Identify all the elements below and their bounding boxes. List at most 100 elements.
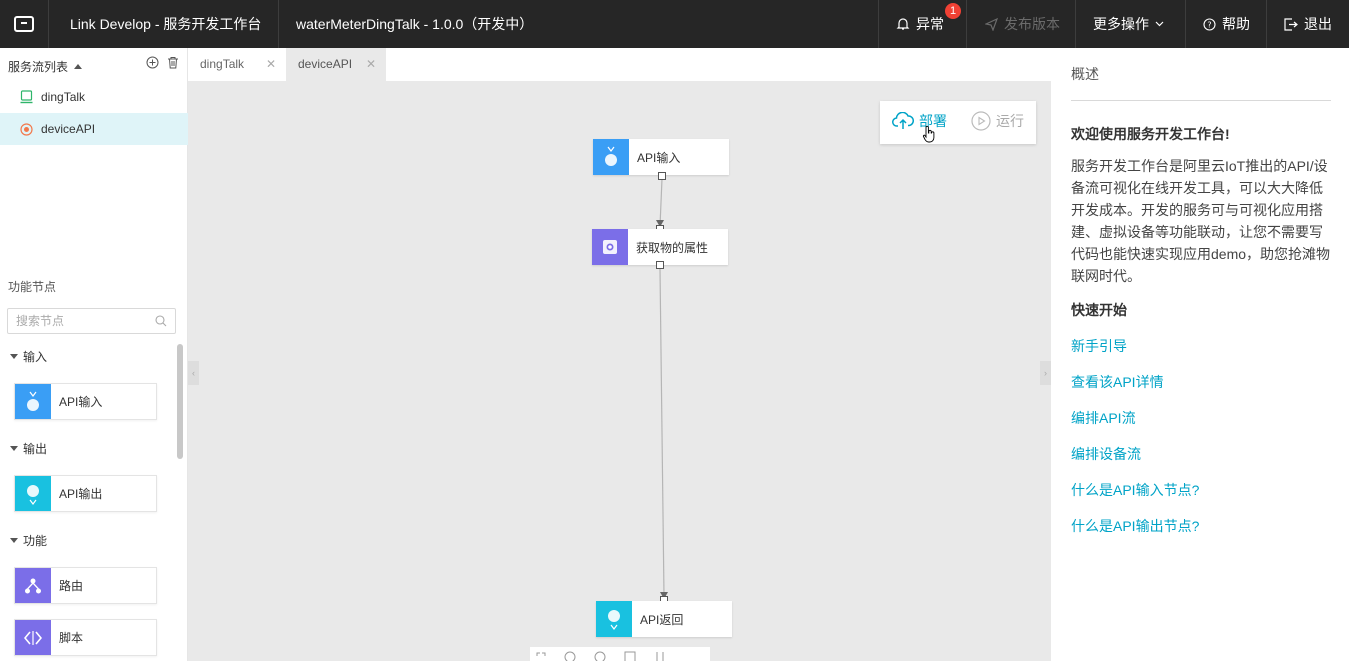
- deploy-run-toolbar: 部署 运行: [880, 101, 1036, 144]
- send-icon: [985, 17, 998, 31]
- category-label: 功能: [23, 534, 48, 548]
- logout-button[interactable]: 退出: [1284, 0, 1332, 48]
- flow-list-header[interactable]: 服务流列表: [8, 58, 83, 75]
- app-title: Link Develop - 服务开发工作台: [70, 16, 262, 32]
- flow-item-label: dingTalk: [41, 90, 86, 104]
- link-what-is-api-input[interactable]: 什么是API输入节点?: [1071, 480, 1199, 500]
- search-icon[interactable]: [155, 315, 167, 327]
- left-sidebar: 服务流列表 dingTalk deviceAPI 功能节点 输入 API输入 输…: [0, 48, 188, 661]
- trash-icon[interactable]: [167, 56, 179, 69]
- aliyun-logo-icon[interactable]: [0, 0, 48, 48]
- node-search-field[interactable]: [7, 308, 176, 334]
- fit-view-icon[interactable]: [536, 652, 546, 661]
- svg-text:?: ?: [1207, 20, 1211, 29]
- category-label: 输出: [23, 442, 48, 456]
- help-label: 帮助: [1222, 16, 1250, 32]
- tab-deviceapi[interactable]: deviceAPI ✕: [286, 48, 386, 81]
- publish-label: 发布版本: [1004, 16, 1060, 32]
- alert-count-badge: 1: [945, 3, 961, 19]
- flow-node-label: 获取物的属性: [636, 240, 709, 255]
- node-script[interactable]: 脚本: [14, 619, 157, 656]
- more-actions-label: 更多操作: [1093, 16, 1149, 32]
- welcome-heading: 欢迎使用服务开发工作台!: [1071, 126, 1230, 142]
- function-nodes-title: 功能节点: [8, 280, 57, 294]
- flow-canvas[interactable]: 部署 运行 API输入 获取物的属性 API返回 ‹ ›: [188, 81, 1051, 661]
- run-button[interactable]: 运行: [971, 111, 1024, 131]
- node-router[interactable]: 路由: [14, 567, 157, 604]
- zoom-in-icon[interactable]: [564, 651, 576, 661]
- link-api-details[interactable]: 查看该API详情: [1071, 372, 1164, 392]
- category-function[interactable]: 功能: [10, 532, 47, 549]
- bell-icon: [896, 18, 910, 30]
- node-api-input[interactable]: API输入: [14, 383, 157, 420]
- minimap-icon[interactable]: [624, 651, 636, 661]
- more-actions-button[interactable]: 更多操作: [1093, 0, 1164, 48]
- layout-icon[interactable]: [654, 651, 666, 661]
- chevron-down-icon: [1155, 21, 1164, 27]
- sidebar-scrollbar[interactable]: [173, 340, 187, 661]
- output-port[interactable]: [656, 261, 664, 269]
- zoom-out-icon[interactable]: [594, 651, 606, 661]
- link-compose-device-flow[interactable]: 编排设备流: [1071, 444, 1141, 464]
- category-input[interactable]: 输入: [10, 348, 47, 365]
- run-label: 运行: [996, 113, 1024, 129]
- panel-title: 概述: [1071, 66, 1099, 82]
- node-label: 脚本: [59, 631, 84, 645]
- output-port[interactable]: [658, 172, 666, 180]
- canvas-zoom-toolbar: [530, 647, 710, 661]
- scrollbar-thumb[interactable]: [177, 344, 183, 459]
- collapse-left-handle[interactable]: ‹: [188, 361, 199, 385]
- tab-bar: dingTalk ✕ deviceAPI ✕: [188, 48, 1051, 81]
- node-search-input[interactable]: [16, 314, 146, 328]
- deploy-button[interactable]: 部署: [892, 111, 947, 131]
- caret-down-icon: [10, 446, 18, 451]
- flow-item-deviceapi[interactable]: deviceAPI: [0, 113, 188, 145]
- device-icon: [20, 90, 33, 104]
- alert-button[interactable]: 异常: [896, 0, 944, 48]
- link-compose-api-flow[interactable]: 编排API流: [1071, 408, 1136, 428]
- overview-panel: 概述 欢迎使用服务开发工作台! 服务开发工作台是阿里云IoT推出的API/设备流…: [1051, 48, 1349, 661]
- divider: [278, 0, 279, 48]
- play-circle-icon: [971, 111, 991, 131]
- collapse-right-handle[interactable]: ›: [1040, 361, 1051, 385]
- category-output[interactable]: 输出: [10, 440, 47, 457]
- api-input-icon: [593, 139, 629, 175]
- divider: [1185, 0, 1186, 48]
- help-button[interactable]: ? 帮助: [1203, 0, 1250, 48]
- divider: [1266, 0, 1267, 48]
- flow-node-api-return[interactable]: API返回: [596, 601, 732, 637]
- alert-label: 异常: [916, 16, 944, 32]
- tab-dingtalk[interactable]: dingTalk ✕: [188, 48, 286, 81]
- flow-list-actions: [146, 56, 179, 69]
- caret-up-icon: [74, 64, 83, 69]
- hand-cursor-icon: [922, 125, 935, 143]
- caret-down-icon: [10, 354, 18, 359]
- api-target-icon: [20, 122, 33, 136]
- tab-label: deviceAPI: [298, 57, 353, 71]
- close-icon[interactable]: ✕: [366, 48, 376, 81]
- script-icon: [15, 620, 51, 655]
- close-icon[interactable]: ✕: [266, 48, 276, 81]
- api-input-icon: [15, 384, 51, 419]
- node-label: API输出: [59, 487, 103, 501]
- flow-item-label: deviceAPI: [41, 122, 96, 136]
- api-output-icon: [15, 476, 51, 511]
- caret-down-icon: [10, 538, 18, 543]
- flow-node-api-input[interactable]: API输入: [593, 139, 729, 175]
- help-circle-icon: ?: [1203, 17, 1216, 31]
- logout-label: 退出: [1304, 16, 1332, 32]
- node-api-output[interactable]: API输出: [14, 475, 157, 512]
- divider: [1075, 0, 1076, 48]
- router-icon: [15, 568, 51, 603]
- link-what-is-api-output[interactable]: 什么是API输出节点?: [1071, 516, 1199, 536]
- divider: [1071, 100, 1331, 101]
- api-output-icon: [596, 601, 632, 637]
- flow-node-label: API返回: [640, 612, 684, 627]
- publish-version-button[interactable]: 发布版本: [985, 0, 1060, 48]
- link-beginner-guide[interactable]: 新手引导: [1071, 336, 1127, 356]
- add-circle-icon[interactable]: [146, 56, 159, 69]
- flow-node-get-thing-properties[interactable]: 获取物的属性: [592, 229, 728, 265]
- divider: [878, 0, 879, 48]
- flow-item-dingtalk[interactable]: dingTalk: [0, 81, 188, 113]
- flow-list-title: 服务流列表: [8, 60, 69, 74]
